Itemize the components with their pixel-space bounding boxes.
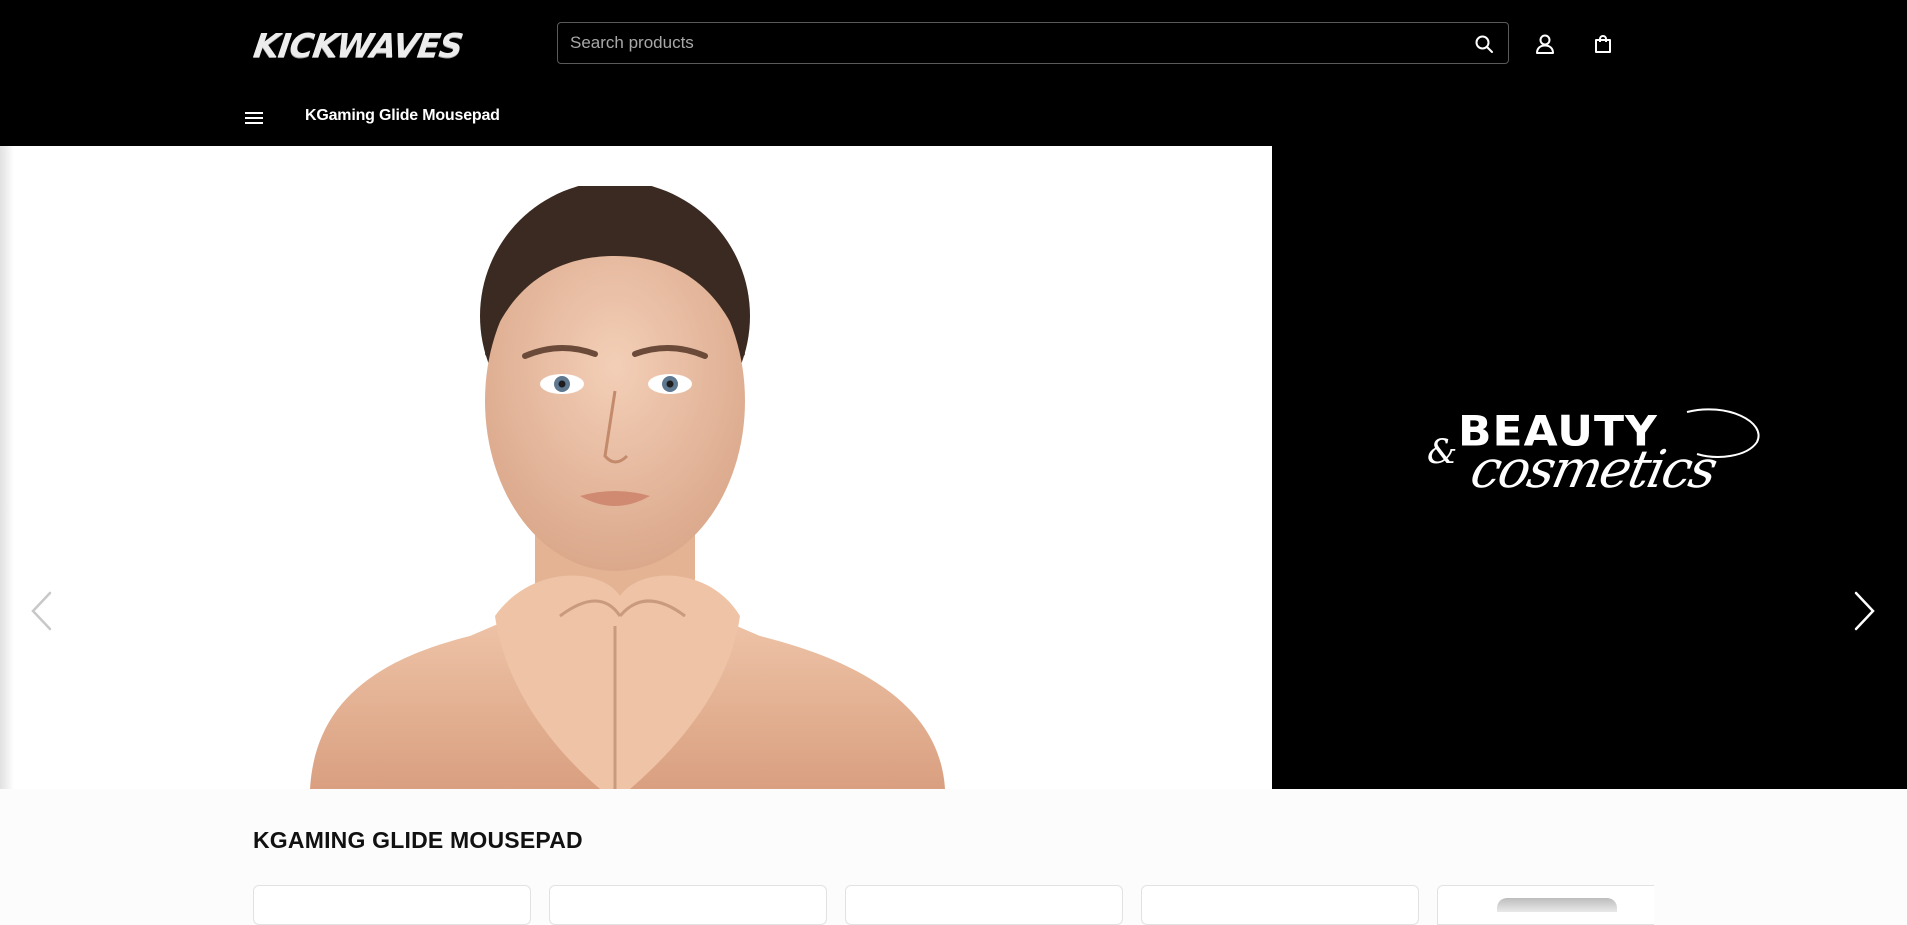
- collection-title: KGAMING GLIDE MOUSEPAD: [253, 827, 583, 853]
- search-input[interactable]: [570, 23, 1450, 63]
- cart-button[interactable]: [1590, 31, 1616, 57]
- logo-ampersand: &: [1427, 432, 1458, 472]
- product-card[interactable]: [253, 885, 531, 925]
- product-image-top-edge: [1497, 898, 1617, 912]
- logo-flourish: [1686, 408, 1760, 458]
- nav-link-kgaming-glide-mousepad[interactable]: KGaming Glide Mousepad: [305, 107, 500, 125]
- search-button[interactable]: [1472, 32, 1496, 56]
- chevron-left-icon: [31, 591, 52, 631]
- product-card[interactable]: [845, 885, 1123, 925]
- cart-icon: [1595, 35, 1611, 53]
- site-header: KICKWAVES KGaming Glide Mousepad: [0, 0, 1907, 146]
- product-card[interactable]: [1141, 885, 1419, 925]
- slider-prev-button[interactable]: [26, 589, 56, 633]
- slider-next-button[interactable]: [1850, 589, 1880, 633]
- account-button[interactable]: [1532, 31, 1558, 57]
- beauty-cosmetics-logo: & BEAUTY cosmetics: [1427, 406, 1767, 506]
- hero-left-edge-shadow: [0, 146, 14, 789]
- hero-slider: & BEAUTY cosmetics: [0, 146, 1907, 789]
- hero-slide-brand-panel: & BEAUTY cosmetics: [1272, 146, 1907, 789]
- search-icon: [1475, 35, 1493, 53]
- kickwaves-logo[interactable]: KICKWAVES: [251, 26, 465, 65]
- hero-slide-image-panel: [0, 146, 1272, 789]
- product-card[interactable]: [549, 885, 827, 925]
- menu-button[interactable]: [244, 106, 264, 130]
- chevron-right-icon: [1854, 591, 1875, 631]
- account-icon: [1536, 34, 1554, 54]
- woman-portrait-image: [310, 186, 945, 789]
- search-bar: [557, 22, 1509, 64]
- hamburger-menu-icon: [245, 112, 263, 124]
